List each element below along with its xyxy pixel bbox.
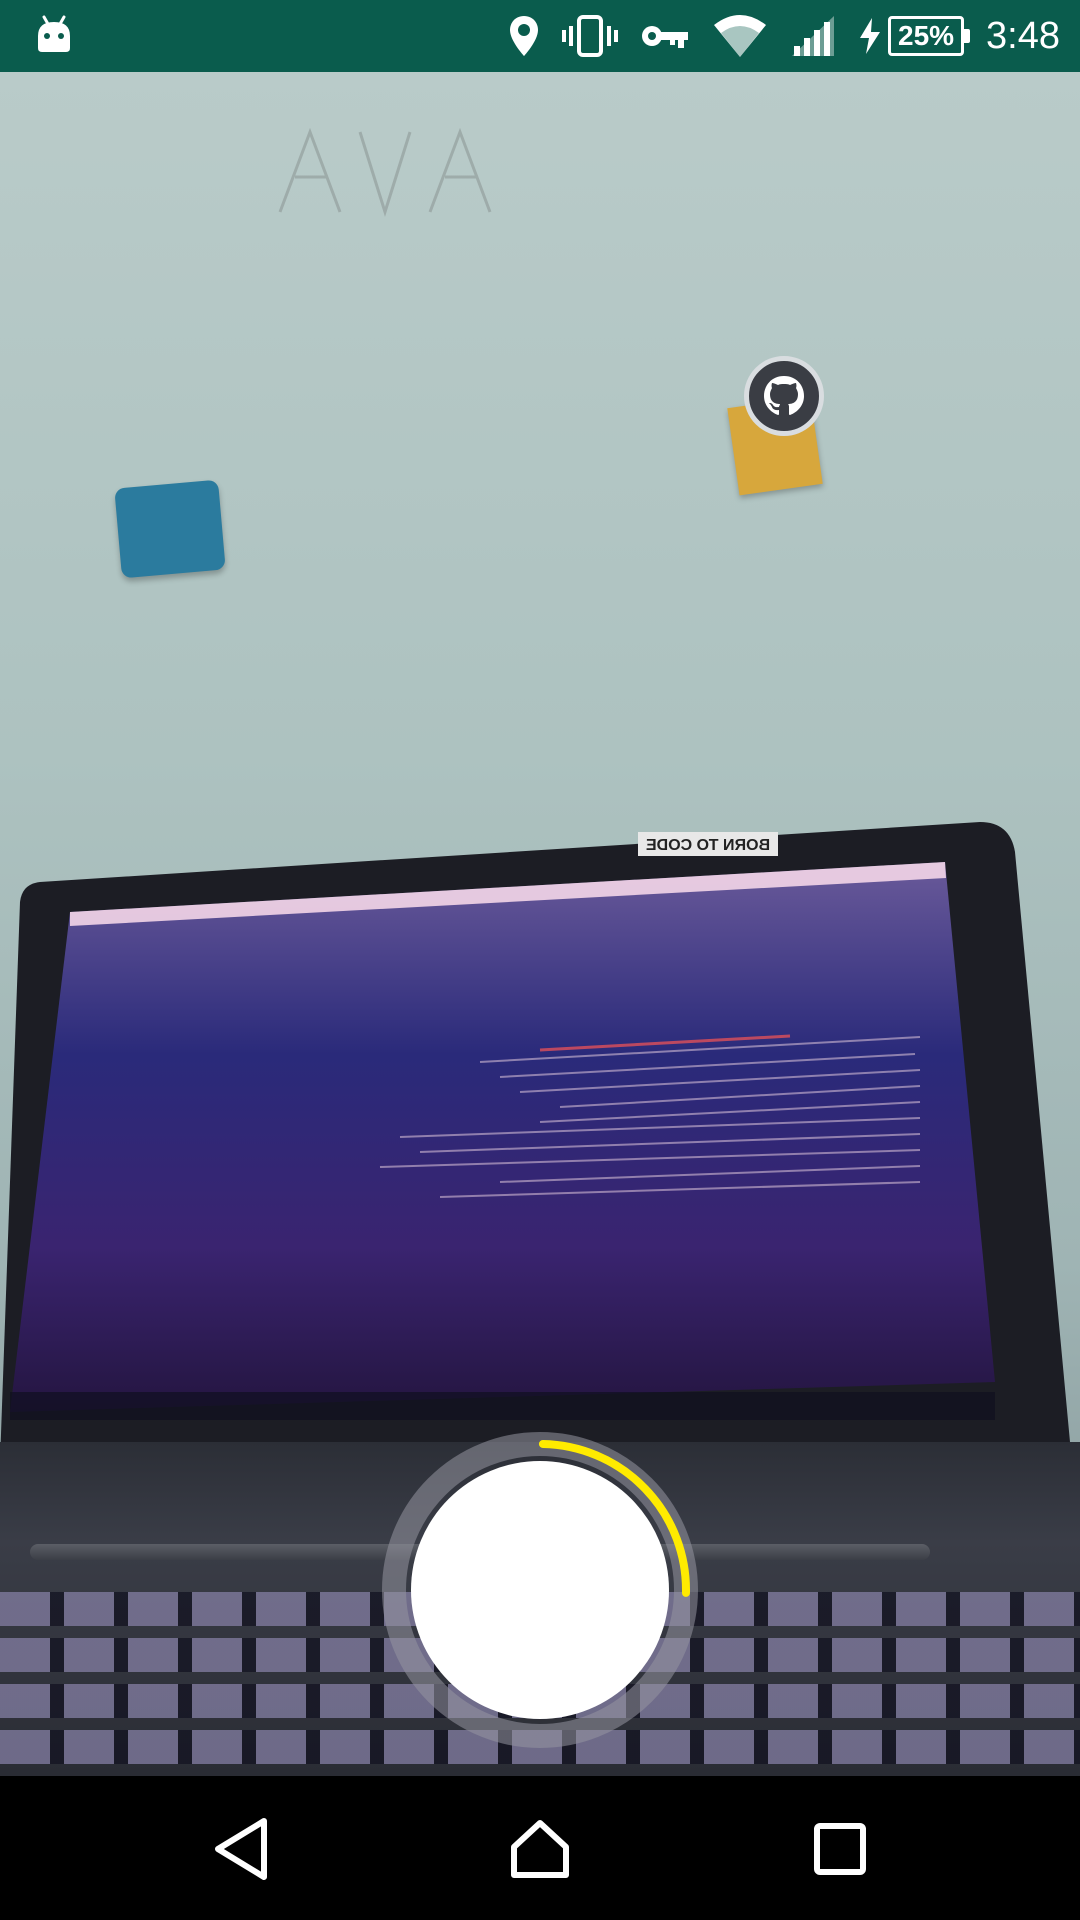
- home-button[interactable]: [492, 1802, 588, 1898]
- battery-icon: 25%: [888, 16, 971, 56]
- vibrate-icon: [562, 14, 619, 58]
- capture-button[interactable]: [411, 1461, 669, 1719]
- status-bar: 25% 3:48: [0, 0, 1080, 72]
- charging-bolt-icon: [858, 16, 882, 56]
- clock: 3:48: [986, 14, 1060, 57]
- recents-button[interactable]: [792, 1802, 888, 1898]
- navigation-bar: [0, 1776, 1080, 1920]
- blue-sticker: [114, 479, 226, 579]
- cell-signal-icon: [790, 14, 836, 58]
- android-icon: [36, 14, 72, 54]
- back-icon: [212, 1817, 272, 1884]
- location-icon: [508, 14, 540, 58]
- svg-text:BORN TO CODE: BORN TO CODE: [646, 837, 770, 854]
- battery-indicator: 25%: [858, 16, 971, 56]
- wifi-icon: [712, 13, 768, 59]
- capture-control: [382, 1432, 698, 1748]
- wall-scribble: [278, 127, 492, 218]
- recents-icon: [812, 1821, 868, 1880]
- back-button[interactable]: [194, 1802, 290, 1898]
- battery-percent: 25%: [898, 20, 955, 51]
- github-octocat-icon: [744, 356, 824, 436]
- camera-screen: 25% 3:48 BORN TO CODE: [0, 0, 1080, 1920]
- home-icon: [508, 1817, 572, 1884]
- vpn-key-icon: [640, 21, 690, 51]
